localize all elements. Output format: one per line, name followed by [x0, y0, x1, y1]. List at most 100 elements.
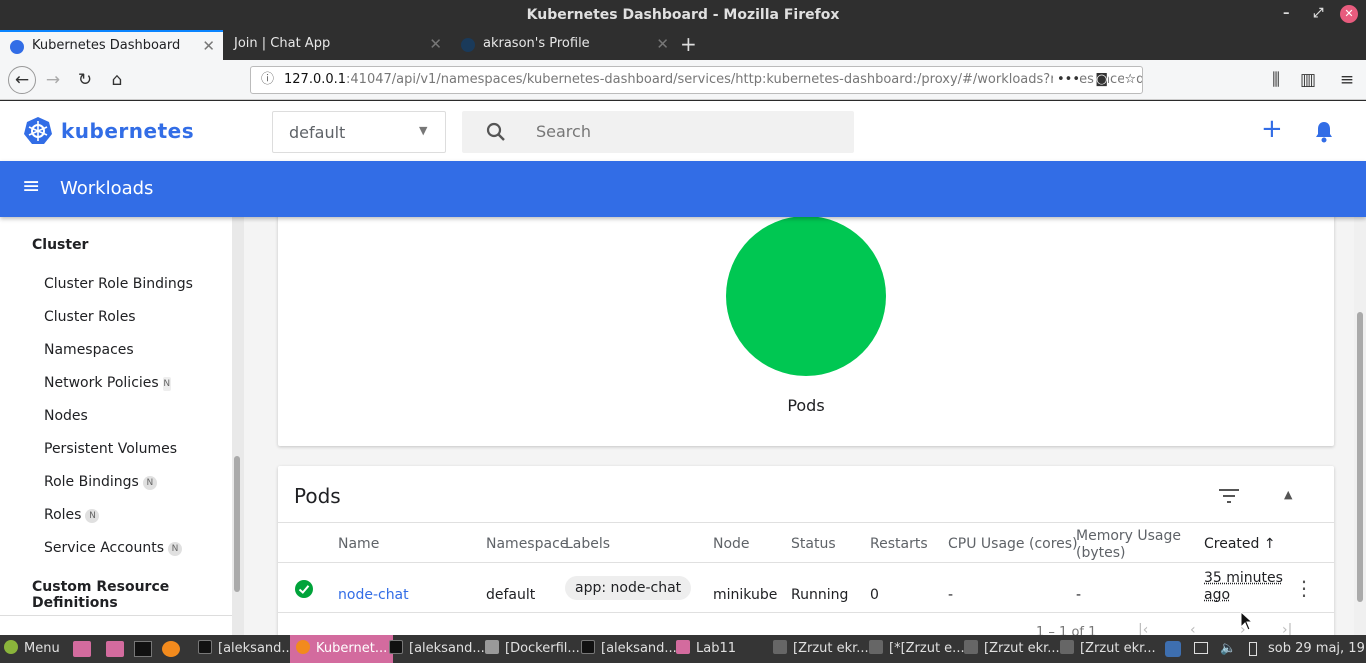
pod-node: minikube [713, 587, 778, 603]
previous-page-icon[interactable]: ‹ [1190, 622, 1196, 635]
new-badge: N [168, 542, 183, 556]
sidebar-item-role-bindings[interactable]: Role Bindings N [44, 474, 157, 490]
last-page-icon[interactable]: ›| [1282, 622, 1292, 635]
taskbar-item[interactable]: Lab11 [676, 635, 736, 663]
status-ok-icon [295, 580, 313, 598]
navigation-bar: ← → ↻ ⌂ ⓘ 127.0.0.1:41047/api/v1/namespa… [0, 60, 1366, 100]
logo-text: kubernetes [61, 119, 195, 143]
terminal-icon[interactable] [134, 641, 152, 657]
taskbar-item[interactable]: [aleksand... [198, 635, 294, 663]
close-tab-icon[interactable]: ✕ [202, 32, 215, 60]
sidebar-item-roles[interactable]: Roles N [44, 507, 100, 523]
filter-icon[interactable] [1218, 488, 1240, 504]
window-titlebar: Kubernetes Dashboard - Mozilla Firefox –… [0, 0, 1366, 30]
collapse-icon[interactable]: ▲ [1284, 488, 1292, 501]
label-chip: app: node-chat [565, 576, 692, 600]
shield-icon[interactable] [1165, 641, 1181, 657]
restore-icon[interactable]: ⤢ [1313, 0, 1323, 30]
sidebar-item-persistent-volumes[interactable]: Persistent Volumes [44, 441, 177, 457]
hamburger-menu-icon[interactable]: ≡ [1335, 68, 1359, 92]
taskbar-item[interactable]: [Zrzut ekr... [964, 635, 1060, 663]
search-box[interactable]: Search [462, 111, 854, 153]
sidebar-item-namespaces[interactable]: Namespaces [44, 342, 134, 358]
home-icon[interactable]: ⌂ [105, 68, 129, 92]
column-header-created[interactable]: Created ↑ [1204, 536, 1276, 552]
url-bar[interactable]: ⓘ 127.0.0.1:41047/api/v1/namespaces/kube… [250, 66, 1143, 94]
tab-bar: Kubernetes Dashboard ✕ Join | Chat App ✕… [0, 30, 1366, 60]
main-scrollbar-thumb[interactable] [1357, 312, 1363, 602]
column-header-node[interactable]: Node [713, 536, 750, 552]
divider [278, 562, 1334, 563]
namespace-select[interactable]: default ▼ [272, 111, 446, 153]
sidebar-item-service-accounts[interactable]: Service Accounts N [44, 540, 183, 556]
sidebar-section-crd[interactable]: Custom Resource Definitions [32, 579, 232, 611]
pod-name-link[interactable]: node-chat [338, 587, 409, 603]
pod-created: 35 minutes ago [1204, 570, 1283, 603]
new-badge: N [85, 509, 100, 523]
search-icon [486, 122, 505, 141]
sidebar-item-network-policies[interactable]: Network Policies N [44, 375, 171, 391]
taskbar-item[interactable]: [Dockerfil... [485, 635, 580, 663]
mouse-cursor-icon [1240, 611, 1254, 631]
new-tab-icon[interactable]: + [680, 30, 697, 58]
pod-restarts: 0 [870, 587, 879, 603]
row-actions-icon[interactable]: ⋮ [1294, 578, 1314, 598]
close-window-icon[interactable]: ✕ [1340, 5, 1358, 23]
back-icon[interactable]: ← [8, 66, 36, 94]
column-header-name[interactable]: Name [338, 536, 379, 552]
create-plus-icon[interactable]: + [1261, 113, 1283, 145]
menu-toggle-icon[interactable]: ≡ [22, 175, 40, 199]
tab-chat-app[interactable]: Join | Chat App ✕ [224, 30, 450, 60]
pocket-icon[interactable]: ◙ [1095, 67, 1108, 93]
show-desktop-icon[interactable] [73, 641, 91, 657]
sidebar: Cluster Cluster Role Bindings Cluster Ro… [0, 217, 232, 635]
namespace-value: default [289, 123, 346, 142]
taskbar-item[interactable]: [aleksand... [581, 635, 677, 663]
close-tab-icon[interactable]: ✕ [656, 30, 669, 58]
pod-memory: - [1076, 587, 1082, 603]
tab-profile[interactable]: akrason's Profile ✕ [451, 30, 677, 60]
files-icon[interactable] [106, 641, 124, 657]
firefox-icon[interactable] [162, 641, 180, 657]
window-title: Kubernetes Dashboard - Mozilla Firefox [526, 7, 840, 23]
bookmark-star-icon[interactable]: ☆ [1124, 67, 1136, 93]
reload-icon[interactable]: ↻ [73, 68, 97, 92]
taskbar-item[interactable]: [*[Zrzut e... [869, 635, 965, 663]
search-input[interactable]: Search [536, 122, 591, 141]
taskbar-item-active[interactable]: Kubernet... [290, 635, 394, 663]
notifications-bell-icon[interactable] [1314, 121, 1334, 143]
page-actions-icon[interactable]: ••• [1052, 67, 1080, 93]
workloads-toolbar: ≡ Workloads [0, 161, 1366, 217]
sort-ascending-icon: ↑ [1263, 536, 1276, 552]
taskbar-item[interactable]: [aleksand... [389, 635, 485, 663]
sidebar-scrollbar-thumb[interactable] [234, 456, 240, 592]
pod-status: Running [791, 587, 849, 603]
display-icon[interactable] [1194, 642, 1208, 654]
column-header-labels: Labels [565, 536, 611, 552]
library-icon[interactable]: ⫼ [1264, 68, 1288, 92]
taskbar-item[interactable]: [Zrzut ekr... [773, 635, 869, 663]
sidebar-item-nodes[interactable]: Nodes [44, 408, 88, 424]
taskbar: Menu [aleksand... Kubernet... [aleksand.… [0, 635, 1366, 663]
info-icon: ⓘ [261, 72, 275, 87]
sidebar-item-cluster-role-bindings[interactable]: Cluster Role Bindings [44, 276, 193, 292]
minimize-icon[interactable]: – [1283, 0, 1290, 30]
main-scrollbar[interactable] [1354, 217, 1366, 635]
taskbar-item[interactable]: [Zrzut ekr... [1060, 635, 1156, 663]
clock[interactable]: sob 29 maj, 19:39 [1268, 635, 1366, 663]
battery-icon[interactable] [1249, 642, 1257, 656]
close-tab-icon[interactable]: ✕ [429, 30, 442, 58]
start-menu-button[interactable]: Menu [4, 635, 60, 663]
column-header-restarts[interactable]: Restarts [870, 536, 928, 552]
page-content: kubernetes default ▼ Search + ≡ Workload… [0, 101, 1366, 635]
sidebar-divider [0, 615, 232, 616]
volume-icon[interactable]: 🔈 [1220, 635, 1236, 663]
column-header-status[interactable]: Status [791, 536, 836, 552]
column-header-namespace[interactable]: Namespace [486, 536, 568, 552]
sidebar-toggle-icon[interactable]: ▥ [1296, 68, 1320, 92]
sidebar-section-cluster[interactable]: Cluster [32, 237, 88, 253]
forward-icon[interactable]: → [41, 68, 65, 92]
sidebar-item-cluster-roles[interactable]: Cluster Roles [44, 309, 136, 325]
tab-kubernetes-dashboard[interactable]: Kubernetes Dashboard ✕ [0, 30, 223, 60]
first-page-icon[interactable]: |‹ [1138, 622, 1148, 635]
